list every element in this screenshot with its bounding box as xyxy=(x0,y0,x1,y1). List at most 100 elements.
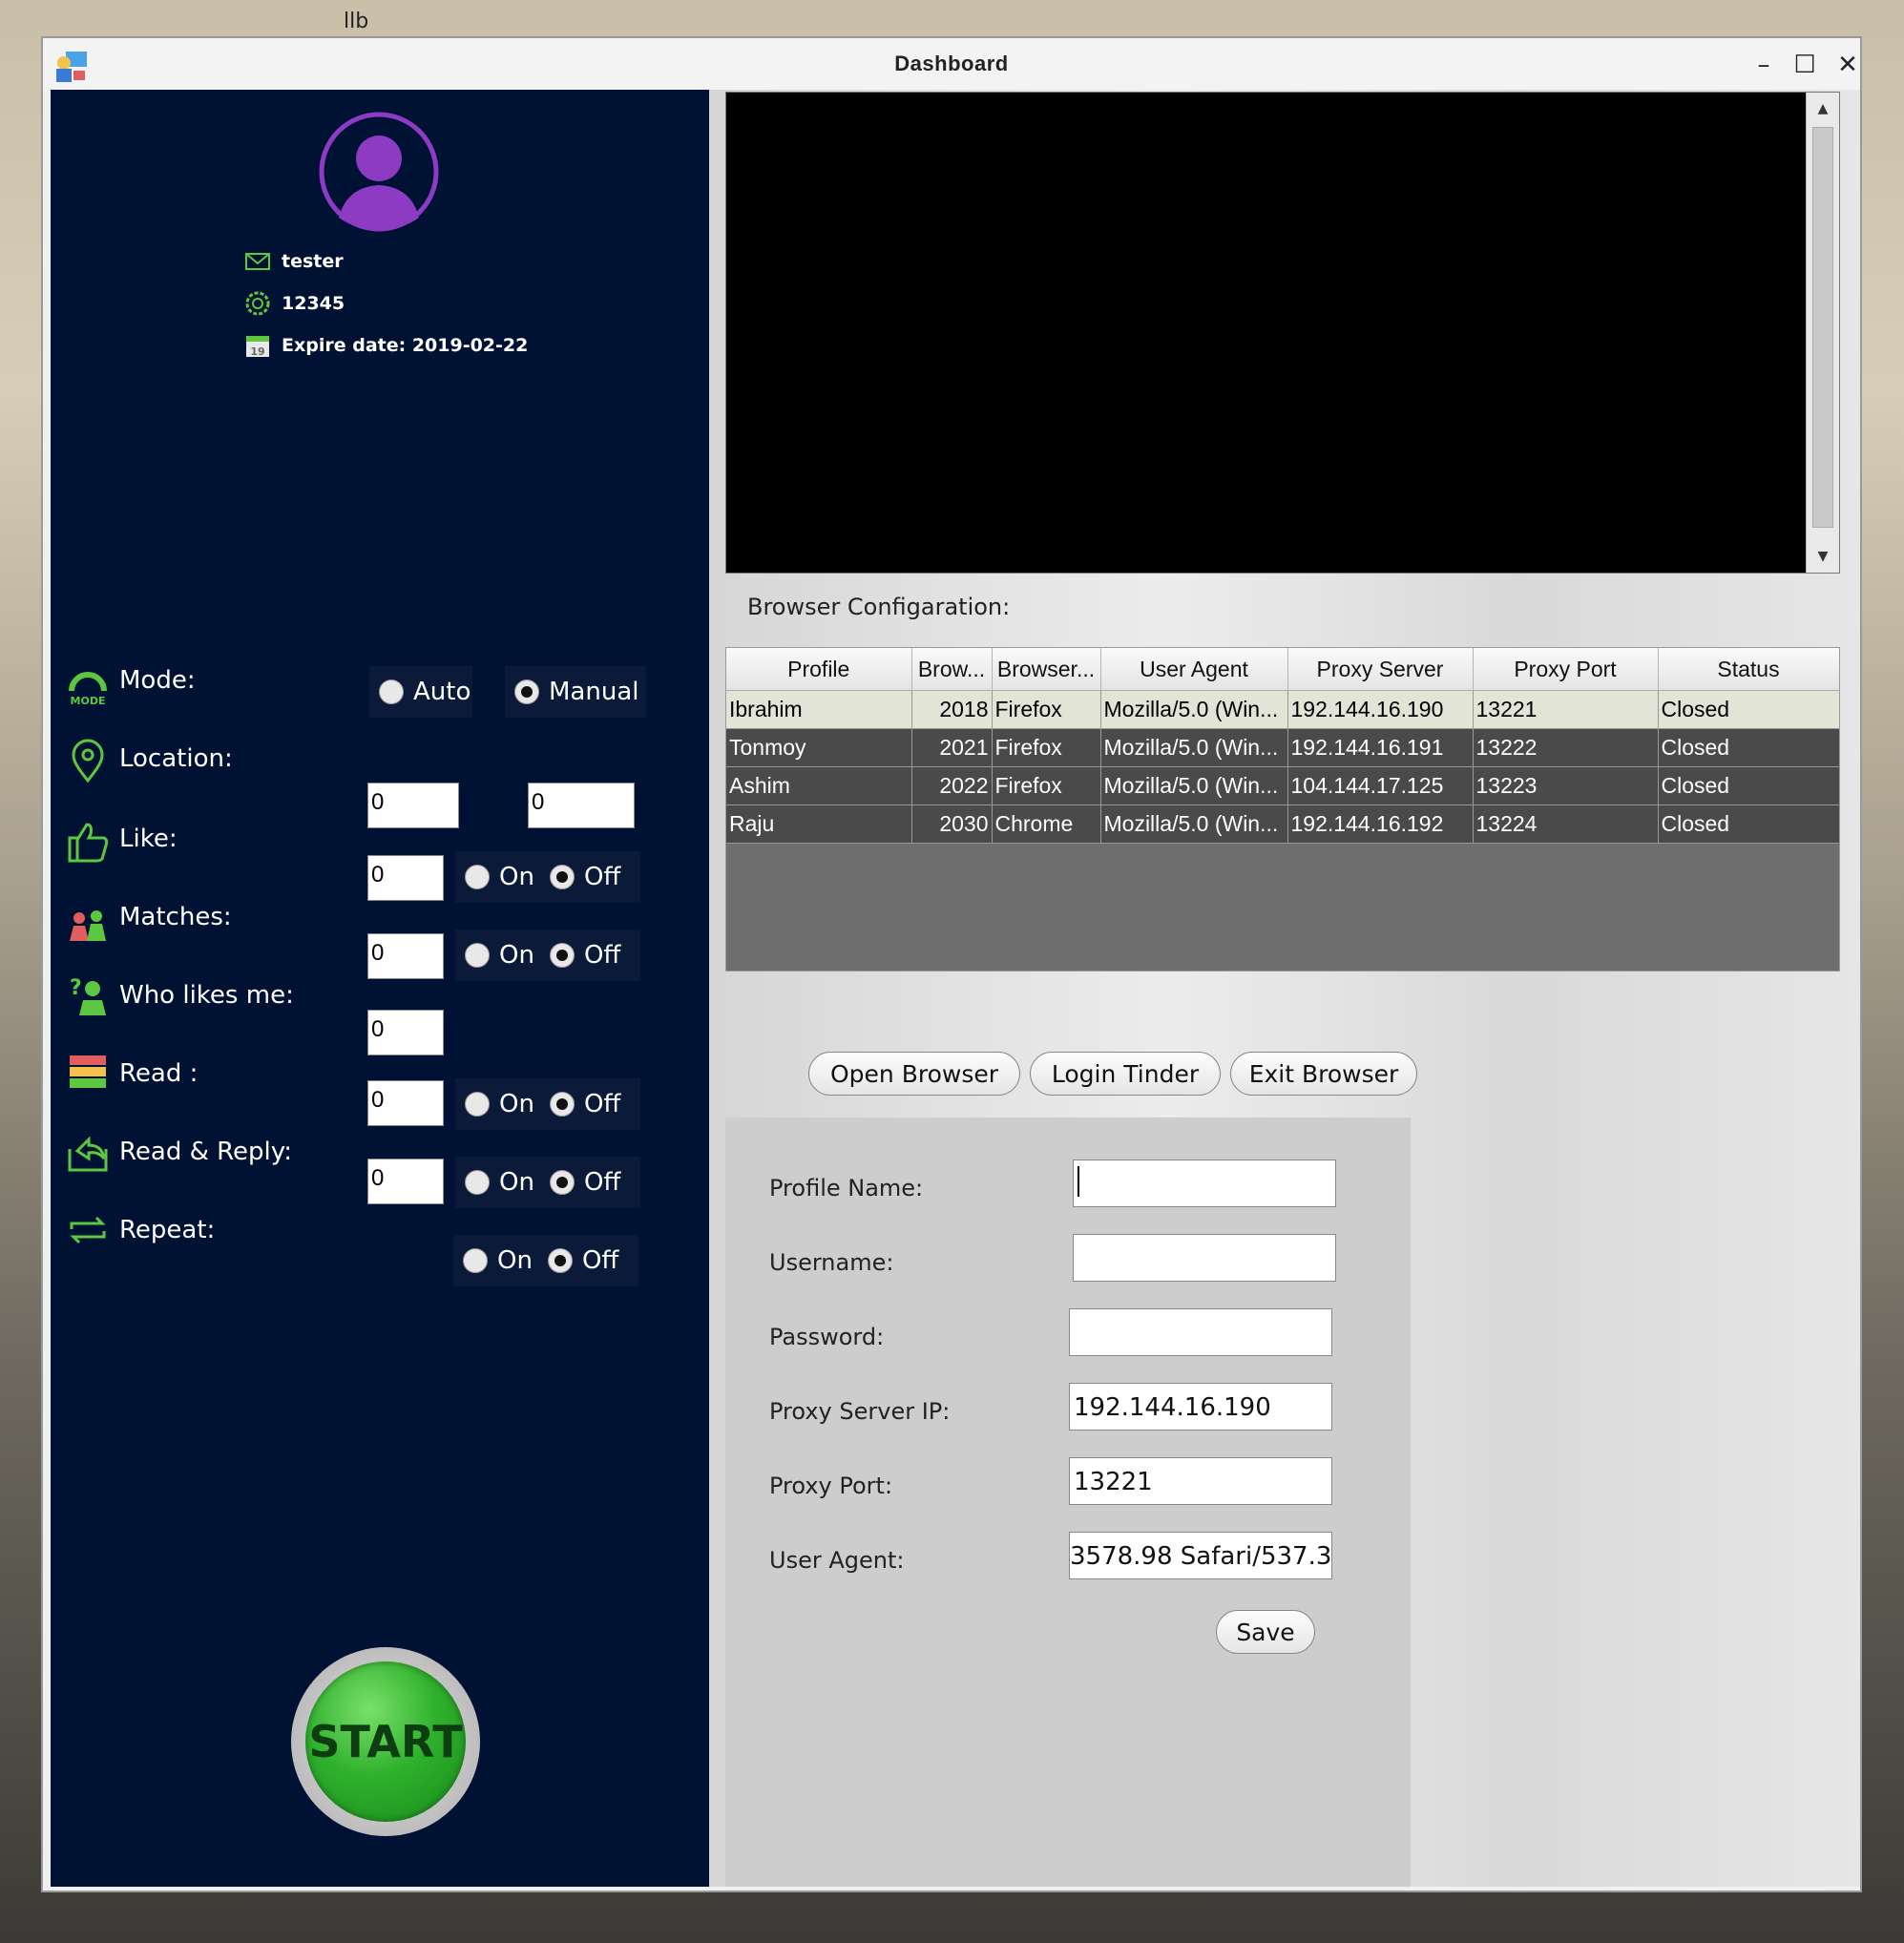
table-cell: Firefox xyxy=(992,690,1101,729)
matches-on-radio[interactable]: On xyxy=(465,941,534,970)
profiles-table: Profile Brow... Browser... User Agent Pr… xyxy=(725,647,1840,972)
like-label: Like: xyxy=(119,825,178,853)
radio-dot-selected xyxy=(549,1170,575,1195)
read-input[interactable]: 0 xyxy=(367,1080,444,1126)
table-header: Profile Brow... Browser... User Agent Pr… xyxy=(726,648,1839,691)
location-lat-input[interactable]: 0 xyxy=(367,783,459,828)
svg-text:MODE: MODE xyxy=(71,695,106,706)
reply-icon xyxy=(68,1136,108,1172)
avatar xyxy=(319,112,439,232)
like-on-label: On xyxy=(499,863,534,891)
repeat-off-radio[interactable]: Off xyxy=(547,1246,618,1275)
start-button[interactable]: START xyxy=(291,1647,480,1836)
read-reply-input[interactable]: 0 xyxy=(367,1159,444,1204)
read-reply-on-radio[interactable]: On xyxy=(465,1168,534,1197)
table-cell: 13222 xyxy=(1473,728,1659,767)
user-agent-input[interactable]: 3578.98 Safari/537.36 xyxy=(1069,1532,1332,1579)
radio-dot-selected xyxy=(514,679,539,704)
like-on-radio[interactable]: On xyxy=(465,863,534,891)
read-on-label: On xyxy=(499,1090,534,1118)
open-browser-button[interactable]: Open Browser xyxy=(808,1052,1020,1096)
start-button-face: START xyxy=(305,1661,466,1822)
radio-dot-selected xyxy=(547,1248,573,1273)
proxy-port-label: Proxy Port: xyxy=(769,1473,893,1499)
table-cell: Mozilla/5.0 (Win... xyxy=(1100,728,1288,767)
repeat-on-radio[interactable]: On xyxy=(463,1246,533,1275)
mode-auto-label: Auto xyxy=(413,678,471,706)
mode-manual-radio[interactable]: Manual xyxy=(505,666,646,718)
matches-toggle: On Off xyxy=(455,930,640,981)
read-off-radio[interactable]: Off xyxy=(549,1090,620,1118)
column-header[interactable]: Proxy Port xyxy=(1473,648,1659,691)
close-button[interactable]: ✕ xyxy=(1831,48,1865,82)
table-cell: Ibrahim xyxy=(726,690,912,729)
table-cell: 192.144.16.192 xyxy=(1287,804,1474,844)
thumbs-up-icon xyxy=(68,823,109,863)
like-input[interactable]: 0 xyxy=(367,855,444,901)
scroll-thumb[interactable] xyxy=(1812,127,1833,528)
matches-input[interactable]: 0 xyxy=(367,933,444,979)
column-header[interactable]: Proxy Server xyxy=(1287,648,1474,691)
who-likes-me-input[interactable]: 0 xyxy=(367,1010,444,1055)
matches-icon xyxy=(70,910,106,941)
scroll-up-icon[interactable]: ▲ xyxy=(1807,94,1839,123)
like-off-radio[interactable]: Off xyxy=(549,863,621,891)
read-on-radio[interactable]: On xyxy=(465,1090,534,1118)
proxy-port-input[interactable]: 13221 xyxy=(1069,1457,1332,1505)
minimize-button[interactable]: – xyxy=(1747,48,1781,82)
repeat-toggle: On Off xyxy=(453,1235,638,1286)
table-row[interactable]: Ibrahim 2018 Firefox Mozilla/5.0 (Win...… xyxy=(726,690,1839,729)
repeat-icon xyxy=(70,1216,106,1244)
column-header[interactable]: Brow... xyxy=(911,648,993,691)
location-pin-icon xyxy=(72,739,104,783)
log-console[interactable]: ▲ ▼ xyxy=(725,92,1840,574)
login-tinder-button[interactable]: Login Tinder xyxy=(1030,1052,1221,1096)
table-cell: Closed xyxy=(1658,728,1839,767)
username-input[interactable] xyxy=(1073,1234,1336,1282)
table-row[interactable]: Tonmoy 2021 Firefox Mozilla/5.0 (Win... … xyxy=(726,728,1839,767)
password-label: Password: xyxy=(769,1324,885,1350)
location-lng-input[interactable]: 0 xyxy=(528,783,635,828)
repeat-on-label: On xyxy=(497,1246,533,1275)
radio-dot-selected xyxy=(549,865,575,889)
table-cell: 192.144.16.190 xyxy=(1287,690,1474,729)
maximize-button[interactable]: ☐ xyxy=(1788,48,1822,82)
table-row[interactable]: Ashim 2022 Firefox Mozilla/5.0 (Win... 1… xyxy=(726,766,1839,805)
matches-off-radio[interactable]: Off xyxy=(549,941,620,970)
table-cell: 13221 xyxy=(1473,690,1659,729)
column-header[interactable]: Profile xyxy=(726,648,912,691)
table-cell: 2018 xyxy=(911,690,993,729)
radio-dot xyxy=(465,865,490,889)
like-off-label: Off xyxy=(583,863,621,891)
title-bar[interactable]: Dashboard – ☐ ✕ xyxy=(43,38,1860,90)
column-header[interactable]: Browser... xyxy=(992,648,1101,691)
mode-auto-radio[interactable]: Auto xyxy=(369,666,472,718)
svg-text:?: ? xyxy=(70,976,82,1000)
svg-text:19: 19 xyxy=(250,345,264,358)
password-input[interactable] xyxy=(1069,1308,1332,1356)
scroll-down-icon[interactable]: ▼ xyxy=(1807,542,1839,571)
control-panel: tester 12345 19 Expire date: 2019-02-22 … xyxy=(51,90,709,1887)
read-reply-off-radio[interactable]: Off xyxy=(549,1168,621,1197)
table-row[interactable]: Raju 2030 Chrome Mozilla/5.0 (Win... 192… xyxy=(726,804,1839,844)
table-cell: 192.144.16.191 xyxy=(1287,728,1474,767)
books-icon xyxy=(70,1055,106,1088)
read-reply-label: Read & Reply: xyxy=(119,1138,293,1166)
save-button[interactable]: Save xyxy=(1216,1610,1315,1654)
user-name: tester xyxy=(282,251,344,272)
location-label: Location: xyxy=(119,744,233,773)
profile-name-input[interactable] xyxy=(1073,1160,1336,1207)
read-reply-off-label: Off xyxy=(583,1168,621,1197)
like-toggle: On Off xyxy=(455,851,640,903)
column-header[interactable]: User Agent xyxy=(1100,648,1288,691)
matches-on-label: On xyxy=(499,941,534,970)
text-caret xyxy=(1078,1166,1079,1197)
table-cell: Tonmoy xyxy=(726,728,912,767)
table-cell: Firefox xyxy=(992,728,1101,767)
console-scrollbar[interactable]: ▲ ▼ xyxy=(1806,93,1839,573)
column-header[interactable]: Status xyxy=(1658,648,1839,691)
envelope-icon xyxy=(245,253,270,270)
exit-browser-button[interactable]: Exit Browser xyxy=(1230,1052,1417,1096)
proxy-ip-input[interactable]: 192.144.16.190 xyxy=(1069,1383,1332,1431)
radio-dot xyxy=(465,1170,490,1195)
